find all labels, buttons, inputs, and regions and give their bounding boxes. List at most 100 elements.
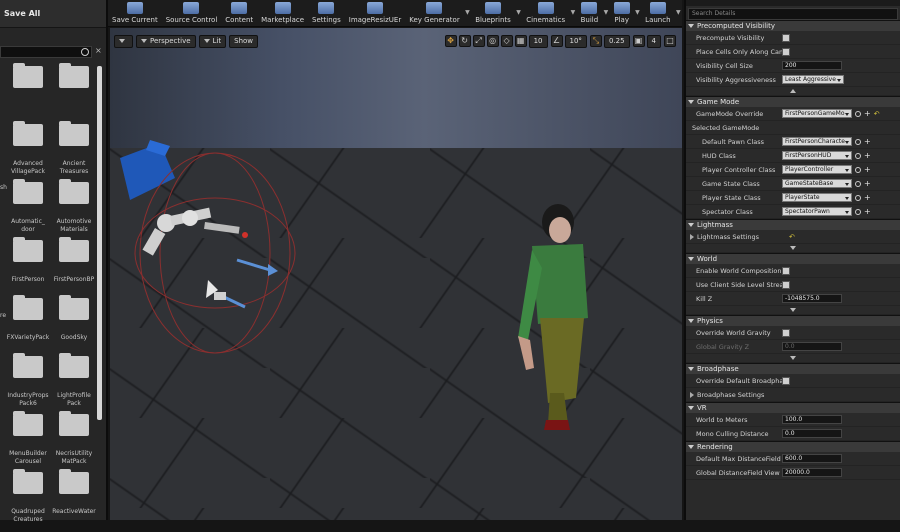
spectator-class-dropdown[interactable]: SpectatorPawn <box>782 207 852 216</box>
section-precomputed-visibility[interactable]: Precomputed Visibility <box>686 20 900 31</box>
override-gravity-checkbox[interactable] <box>782 328 790 337</box>
scale-snap-value[interactable]: 0.25 <box>603 34 630 48</box>
world-space-icon[interactable]: ◎ <box>486 35 499 47</box>
reset-arrow-icon[interactable]: ↶ <box>789 233 795 241</box>
marketplace-button[interactable]: Marketplace <box>257 0 308 26</box>
section-world[interactable]: World <box>686 253 900 264</box>
save-all-button[interactable]: Save All <box>4 9 40 18</box>
source-control-button[interactable]: Source Control <box>162 0 222 26</box>
section-rendering[interactable]: Rendering <box>686 441 900 452</box>
cinematics-button[interactable]: Cinematics <box>522 0 569 26</box>
build-button[interactable]: Build <box>577 0 603 26</box>
place-cells-checkbox[interactable] <box>782 47 790 56</box>
settings-button[interactable]: Settings <box>308 0 345 26</box>
mannequin-character[interactable] <box>488 198 608 438</box>
level-viewport[interactable]: Perspective Lit Show ✥ ↻ ⤢ ◎ ◇ ▦ 10 ∠ 10… <box>110 28 682 520</box>
folder-tile[interactable]: Automotive Materials <box>52 179 96 242</box>
content-button[interactable]: Content <box>221 0 257 26</box>
details-search-input[interactable]: Search Details <box>688 8 898 20</box>
row-lightmass-settings[interactable]: Lightmass Settings ↶ <box>686 230 900 244</box>
arrow-component[interactable] <box>221 258 278 309</box>
folder-tile[interactable]: Advanced VillagePack <box>6 121 50 184</box>
default-pawn-dropdown[interactable]: FirstPersonCharacte <box>782 137 852 146</box>
add-icon[interactable]: + <box>864 137 871 146</box>
advanced-expander[interactable] <box>686 87 900 96</box>
player-start[interactable] <box>206 280 226 300</box>
dropdown-arrow-icon[interactable]: ▼ <box>515 0 522 26</box>
browse-icon[interactable] <box>855 208 861 215</box>
perspective-button[interactable]: Perspective <box>136 34 196 48</box>
close-icon[interactable]: × <box>95 46 103 58</box>
folder-tile[interactable]: MenuBuilder Carousel <box>6 411 50 474</box>
add-icon[interactable]: + <box>864 207 871 216</box>
camera-actor[interactable] <box>120 140 175 200</box>
advanced-expander[interactable] <box>686 244 900 253</box>
rotate-icon[interactable]: ↻ <box>458 35 471 47</box>
mono-culling-distance-field[interactable]: 0.0 <box>782 429 842 438</box>
folder-tile[interactable]: IndustryProps Pack6 <box>6 353 50 416</box>
precompute-visibility-checkbox[interactable] <box>782 33 790 42</box>
folder-tile[interactable] <box>52 63 96 126</box>
browse-icon[interactable] <box>855 180 861 187</box>
grid-snap-icon[interactable]: ▦ <box>514 35 527 47</box>
viewport-options-menu[interactable] <box>114 34 133 48</box>
folder-tile[interactable]: FirstPersonBP <box>52 237 96 300</box>
default-max-distance-field[interactable]: 600.0 <box>782 454 842 463</box>
play-button[interactable]: Play <box>610 0 634 26</box>
player-state-dropdown[interactable]: PlayerState <box>782 193 852 202</box>
folder-tile[interactable]: Automatic_ door <box>6 179 50 242</box>
folder-tile[interactable]: Quadruped Creatures <box>6 469 50 532</box>
section-lightmass[interactable]: Lightmass <box>686 219 900 230</box>
scale-snap-icon[interactable]: ⤡ <box>589 35 602 47</box>
folder-tile[interactable]: GoodSky <box>52 295 96 358</box>
browse-icon[interactable] <box>855 110 861 117</box>
game-state-dropdown[interactable]: GameStateBase <box>782 179 852 188</box>
rotation-snap-icon[interactable]: ∠ <box>550 35 563 47</box>
section-game-mode[interactable]: Game Mode <box>686 96 900 107</box>
browse-icon[interactable] <box>855 194 861 201</box>
section-physics[interactable]: Physics <box>686 315 900 326</box>
advanced-expander[interactable] <box>686 306 900 315</box>
blueprints-button[interactable]: Blueprints <box>471 0 515 26</box>
section-vr[interactable]: VR <box>686 402 900 413</box>
lit-button[interactable]: Lit <box>198 34 227 48</box>
advanced-expander[interactable] <box>686 354 900 363</box>
folder-tile[interactable]: Ancient Treasures <box>52 121 96 184</box>
camera-speed-value[interactable]: 4 <box>646 34 661 48</box>
visibility-aggressiveness-dropdown[interactable]: Least Aggressive <box>782 75 844 84</box>
rotation-snap-value[interactable]: 10° <box>564 34 587 48</box>
player-controller-dropdown[interactable]: PlayerController <box>782 165 852 174</box>
hud-class-dropdown[interactable]: FirstPersonHUD <box>782 151 852 160</box>
folder-tile[interactable] <box>6 63 50 126</box>
browse-icon[interactable] <box>855 166 861 173</box>
dropdown-arrow-icon[interactable]: ▼ <box>569 0 576 26</box>
dropdown-arrow-icon[interactable]: ▼ <box>464 0 471 26</box>
content-search-input[interactable] <box>0 46 92 58</box>
image-resize-button[interactable]: ImageResizUEr <box>345 0 405 26</box>
browse-icon[interactable] <box>855 152 861 159</box>
dropdown-arrow-icon[interactable]: ▼ <box>675 0 682 26</box>
kill-z-field[interactable]: -1048575.0 <box>782 294 842 303</box>
details-tab-strip[interactable] <box>686 0 900 6</box>
key-generator-button[interactable]: Key Generator <box>405 0 463 26</box>
add-icon[interactable]: + <box>864 151 871 160</box>
dropdown-arrow-icon[interactable]: ▼ <box>634 0 641 26</box>
game-mode-override-dropdown[interactable]: FirstPersonGameMo <box>782 109 852 118</box>
add-icon[interactable]: + <box>864 165 871 174</box>
content-browser-scrollbar[interactable] <box>97 66 102 420</box>
folder-tile[interactable]: NecrisUtility MatPack <box>52 411 96 474</box>
folder-tile[interactable]: ReactiveWater <box>52 469 96 532</box>
dropdown-arrow-icon[interactable]: ▼ <box>602 0 609 26</box>
add-icon[interactable]: + <box>864 179 871 188</box>
browse-icon[interactable] <box>855 138 861 145</box>
folder-tile[interactable]: FXVarietyPack <box>6 295 50 358</box>
first-person-arms[interactable] <box>142 207 249 256</box>
launch-button[interactable]: Launch <box>641 0 674 26</box>
show-button[interactable]: Show <box>229 34 259 48</box>
reset-arrow-icon[interactable]: ↶ <box>874 110 880 118</box>
override-broadphase-checkbox[interactable] <box>782 376 790 385</box>
visibility-cell-size-field[interactable]: 200 <box>782 61 842 70</box>
translate-icon[interactable]: ✥ <box>444 35 457 47</box>
maximize-viewport-icon[interactable]: □ <box>664 35 676 47</box>
camera-speed-icon[interactable]: ▣ <box>632 35 645 47</box>
